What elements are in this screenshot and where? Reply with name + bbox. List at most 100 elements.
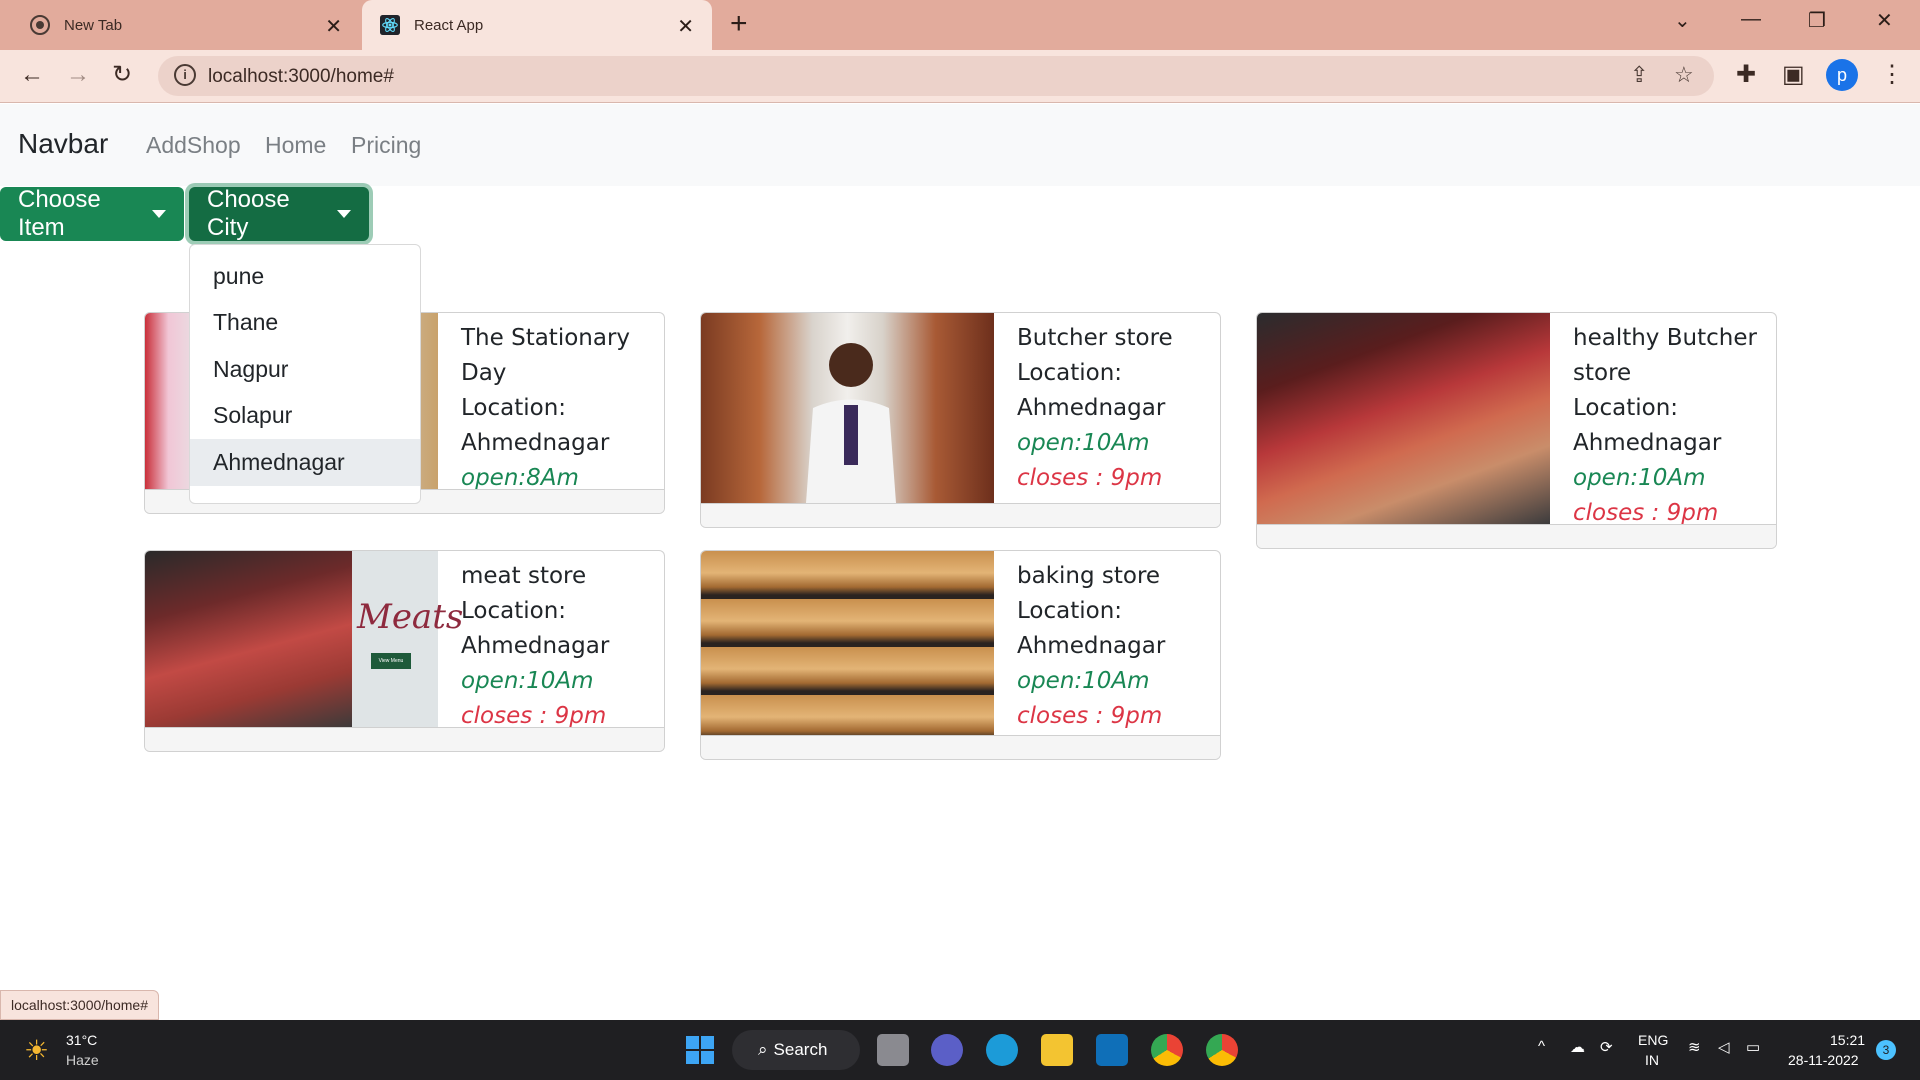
back-icon[interactable]: ←: [20, 60, 44, 90]
card-footer: [145, 727, 664, 751]
shop-city: Ahmednagar: [1017, 633, 1166, 659]
shop-card[interactable]: Meats View Menu meat store Location: Ahm…: [144, 550, 665, 752]
tab-title: React App: [414, 16, 484, 34]
share-icon[interactable]: ⇪: [1630, 62, 1648, 88]
close-tab-icon[interactable]: ✕: [325, 14, 342, 39]
battery-icon[interactable]: ▭: [1746, 1038, 1760, 1056]
file-explorer-icon[interactable]: [1041, 1034, 1073, 1066]
nav-link-addshop[interactable]: AddShop: [146, 132, 241, 159]
language-top[interactable]: ENG: [1638, 1032, 1668, 1048]
volume-icon[interactable]: ◁: [1718, 1038, 1730, 1056]
profile-avatar[interactable]: p: [1826, 59, 1858, 91]
search-label: Search: [773, 1040, 828, 1059]
bookmark-star-icon[interactable]: ☆: [1674, 62, 1694, 88]
meats-logo-text: Meats: [357, 597, 464, 637]
onedrive-icon[interactable]: ☁: [1570, 1038, 1585, 1056]
shop-card[interactable]: healthy Butcher store Location: Ahmednag…: [1256, 312, 1777, 549]
weather-desc[interactable]: Haze: [66, 1052, 99, 1068]
sync-icon[interactable]: ⟳: [1600, 1038, 1613, 1056]
nav-link-pricing[interactable]: Pricing: [351, 132, 421, 159]
close-window-icon[interactable]: ✕: [1876, 8, 1893, 33]
address-url[interactable]: localhost:3000/home#: [208, 66, 394, 88]
shop-name: healthy Butcher store: [1573, 325, 1757, 386]
butcher-person-illustration: [806, 343, 896, 503]
shop-location-label: Location:: [461, 598, 567, 624]
extensions-icon[interactable]: ✚: [1736, 60, 1756, 90]
minimize-icon[interactable]: —: [1741, 8, 1761, 31]
side-panel-icon[interactable]: ▣: [1782, 60, 1805, 90]
shop-card[interactable]: baking store Location: Ahmednagar open:1…: [700, 550, 1221, 760]
city-option-ahmednagar[interactable]: Ahmednagar: [190, 439, 420, 486]
shop-image: [701, 551, 994, 735]
choose-city-button[interactable]: Choose City: [189, 186, 369, 241]
shop-name: Butcher store: [1017, 325, 1173, 351]
shop-card-body: baking store Location: Ahmednagar open:1…: [1017, 559, 1217, 734]
shop-image: Meats View Menu: [145, 551, 464, 729]
shop-open-time: open:10Am: [461, 668, 594, 694]
city-option-pune[interactable]: pune: [190, 253, 420, 300]
windows-start-icon[interactable]: [684, 1034, 716, 1066]
shop-card-body: The Stationary Day Location: Ahmednagar …: [461, 321, 661, 513]
reload-icon[interactable]: ↻: [112, 60, 132, 90]
shop-name: The Stationary Day: [461, 325, 631, 386]
city-option-nagpur[interactable]: Nagpur: [190, 346, 420, 393]
card-footer: [1257, 524, 1776, 548]
city-option-solapur[interactable]: Solapur: [190, 393, 420, 440]
nav-link-home[interactable]: Home: [265, 132, 326, 159]
clock-date[interactable]: 28-11-2022: [1788, 1052, 1859, 1068]
wifi-icon[interactable]: ≋: [1688, 1038, 1701, 1056]
shop-card-body: meat store Location: Ahmednagar open:10A…: [461, 559, 661, 734]
new-tab-icon[interactable]: +: [730, 9, 748, 39]
shop-city: Ahmednagar: [461, 633, 610, 659]
caret-down-icon: [337, 210, 351, 218]
menu-kebab-icon[interactable]: ⋮: [1880, 60, 1904, 90]
shop-image: [701, 313, 994, 503]
shop-city: Ahmednagar: [1573, 430, 1722, 456]
link-status-bar: localhost:3000/home#: [0, 990, 159, 1020]
shop-location-label: Location:: [461, 395, 567, 421]
shop-close-time: closes : 9pm: [1017, 703, 1163, 729]
chrome-taskbar-icon[interactable]: [1151, 1034, 1183, 1066]
restore-icon[interactable]: ❐: [1808, 8, 1826, 33]
caret-down-icon: [152, 210, 166, 218]
forward-icon[interactable]: →: [66, 60, 90, 90]
view-menu-badge: View Menu: [371, 653, 411, 669]
tab-react-app[interactable]: React App ✕: [362, 0, 712, 50]
app-navbar: Navbar AddShop Home Pricing: [0, 104, 1920, 186]
shop-name: baking store: [1017, 563, 1161, 589]
teams-chat-icon[interactable]: [931, 1034, 963, 1066]
browser-toolbar: ← → ↻ i localhost:3000/home# ⇪ ☆ ✚ ▣ p ⋮: [0, 50, 1920, 103]
shop-open-time: open:10Am: [1017, 430, 1150, 456]
shop-card-body: healthy Butcher store Location: Ahmednag…: [1573, 321, 1773, 531]
chevron-down-icon[interactable]: ⌄: [1674, 8, 1691, 33]
tab-title: New Tab: [64, 16, 123, 34]
address-bar[interactable]: i localhost:3000/home# ⇪ ☆: [158, 56, 1714, 96]
close-tab-icon[interactable]: ✕: [677, 14, 694, 39]
city-option-thane[interactable]: Thane: [190, 300, 420, 347]
navbar-brand[interactable]: Navbar: [18, 128, 108, 160]
clock-time[interactable]: 15:21: [1830, 1032, 1865, 1048]
card-footer: [701, 735, 1220, 759]
tab-strip: New Tab ✕ React App ✕ + ⌄ — ❐ ✕: [0, 0, 1920, 50]
vscode-icon[interactable]: [1096, 1034, 1128, 1066]
chevron-up-icon[interactable]: ^: [1538, 1038, 1545, 1055]
shop-card-body: Butcher store Location: Ahmednagar open:…: [1017, 321, 1217, 496]
taskbar-search[interactable]: ⌕ Search: [732, 1030, 860, 1070]
choose-item-button[interactable]: Choose Item: [0, 186, 184, 241]
shop-card[interactable]: Butcher store Location: Ahmednagar open:…: [700, 312, 1221, 528]
edge-icon[interactable]: [986, 1034, 1018, 1066]
shop-image: [1257, 313, 1550, 525]
language-bottom[interactable]: IN: [1645, 1052, 1659, 1068]
choose-city-label: Choose City: [207, 186, 290, 241]
notification-badge[interactable]: 3: [1876, 1040, 1896, 1060]
tab-new-tab[interactable]: New Tab ✕: [0, 0, 360, 50]
weather-sun-icon[interactable]: ☀: [24, 1034, 49, 1067]
shop-close-time: closes : 9pm: [1017, 465, 1163, 491]
weather-temp[interactable]: 31°C: [66, 1032, 97, 1048]
chrome-icon: [30, 15, 50, 35]
chrome-active-taskbar-icon[interactable]: [1206, 1034, 1238, 1066]
shop-location-label: Location:: [1017, 598, 1123, 624]
task-view-icon[interactable]: [877, 1034, 909, 1066]
shop-open-time: open:10Am: [1017, 668, 1150, 694]
site-info-icon[interactable]: i: [174, 64, 196, 86]
